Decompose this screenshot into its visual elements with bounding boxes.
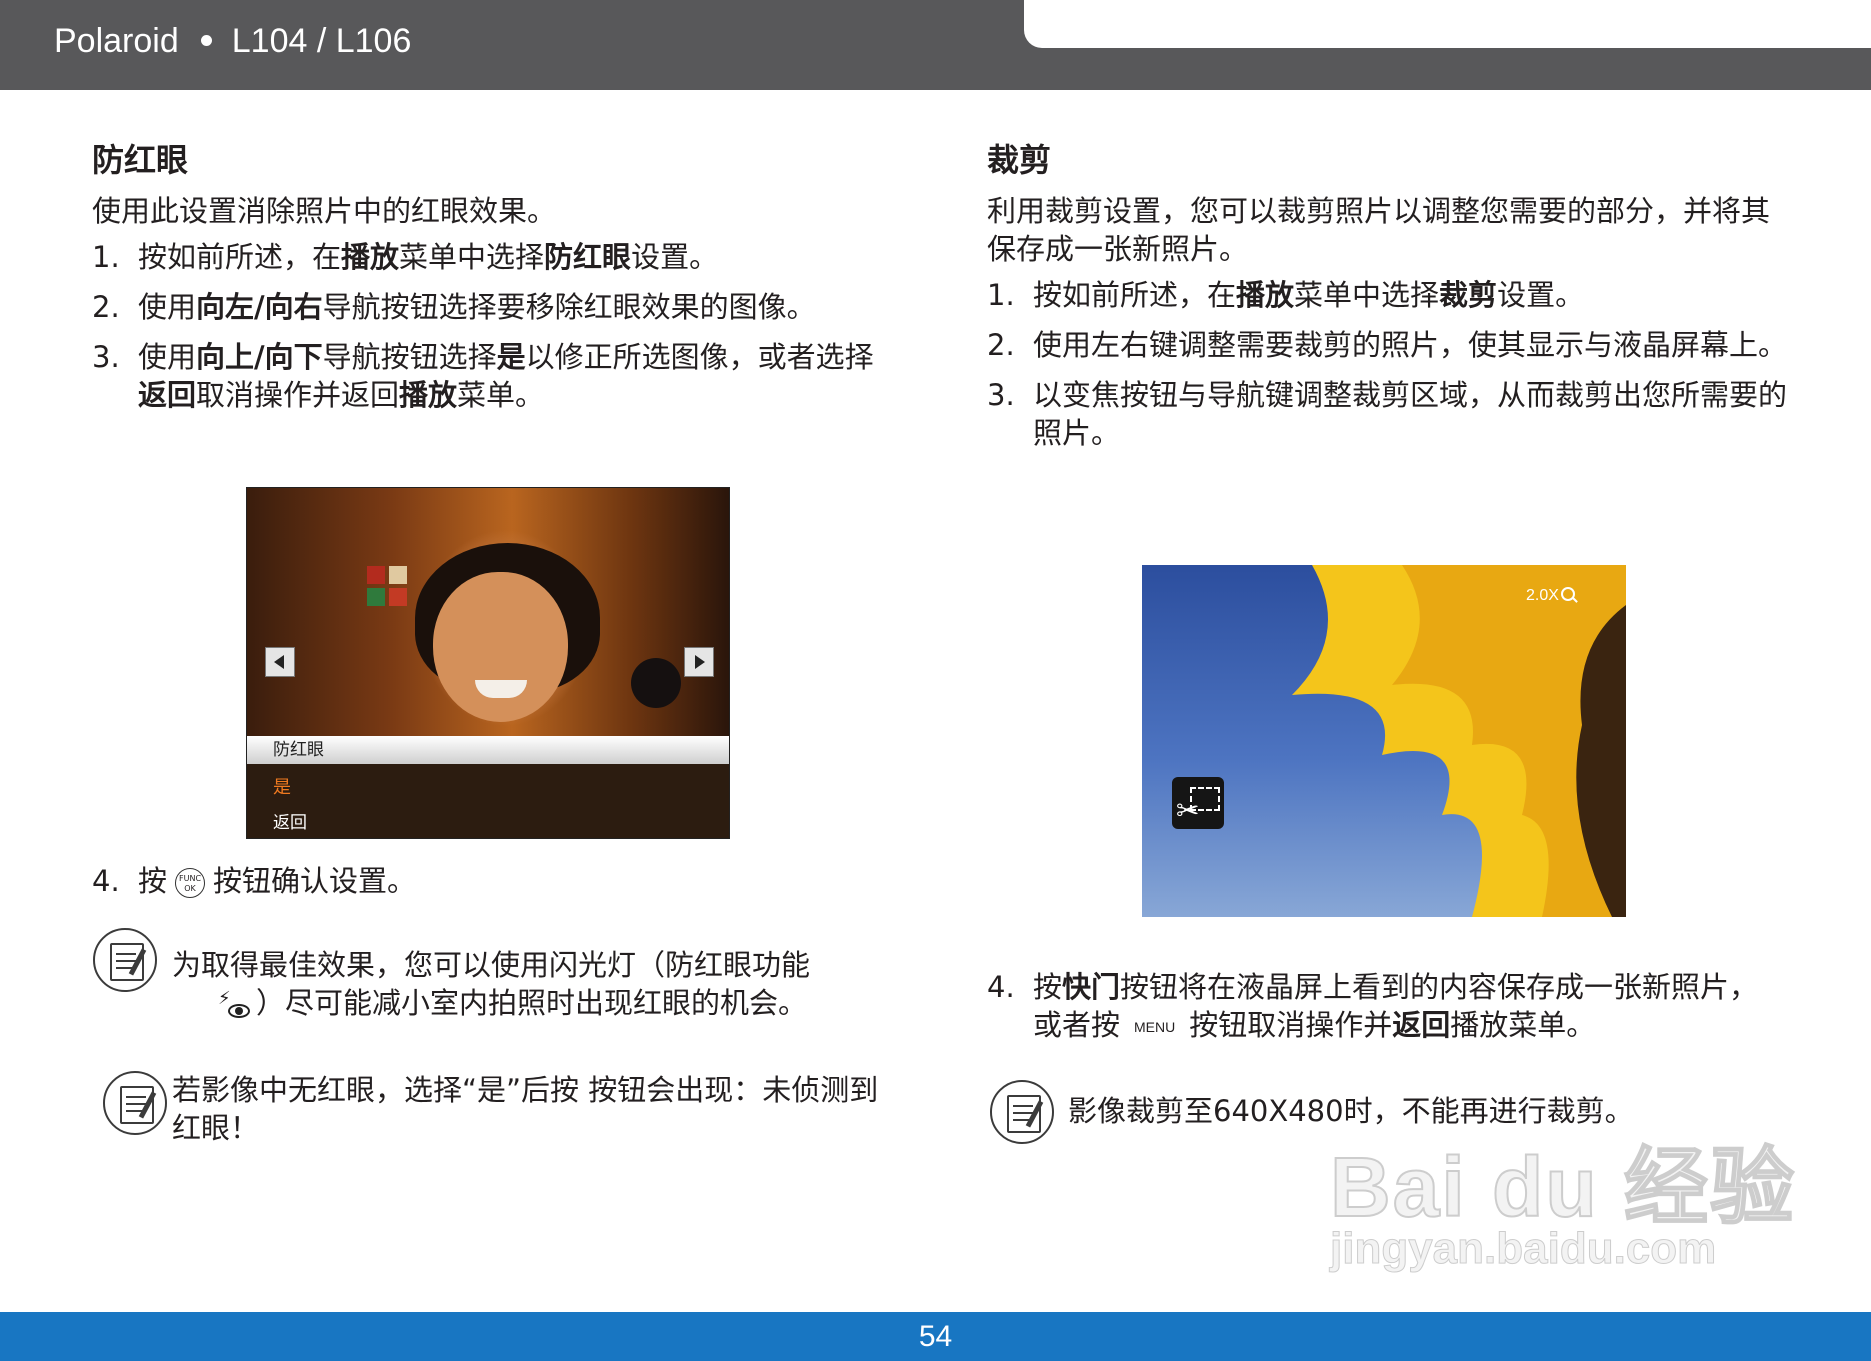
step-bold: 裁剪 — [1439, 278, 1498, 312]
step-bold: 播放 — [1236, 278, 1295, 312]
step-text: 使用 — [138, 340, 197, 374]
watermark-main: Bai du 经验 — [1329, 1139, 1797, 1235]
note-icon — [103, 1071, 167, 1135]
step-text: 按如前所述，在 — [138, 240, 342, 274]
step-number: 4. — [92, 864, 120, 898]
step-bold: 是 — [496, 340, 526, 374]
brand-name: Polaroid — [54, 22, 179, 60]
step-bold: 向上/向下 — [196, 340, 323, 374]
screen-menu-title: 防红眼 — [247, 736, 729, 764]
step-item: 4. 按 FUNC OK 按钮确认设置。 — [92, 862, 892, 900]
step-number: 2. — [987, 328, 1015, 362]
step-text: 菜单。 — [457, 378, 545, 412]
step-text: 使用 — [138, 290, 197, 324]
face-shape — [433, 572, 568, 722]
step-number: 1. — [92, 240, 120, 274]
step-number: 4. — [987, 970, 1015, 1004]
func-label: FUNC — [179, 874, 202, 883]
brand-line: Polaroid L104 / L106 — [54, 22, 411, 61]
step-text: 播放菜单。 — [1450, 1008, 1596, 1042]
step-text: 按钮取消操作并 — [1189, 1008, 1393, 1042]
step-text: 设置。 — [1497, 278, 1585, 312]
page-number: 54 — [918, 1320, 953, 1353]
section-title: 裁剪 — [987, 141, 1052, 179]
header-bar: Polaroid L104 / L106 — [0, 0, 1871, 90]
step-number: 3. — [987, 378, 1015, 412]
step-bold: 播放 — [341, 240, 400, 274]
section-redeye: 防红眼 使用此设置消除照片中的红眼效果。 1. 按如前所述，在播放菜单中选择防红眼… — [92, 138, 892, 426]
decor-boxes — [367, 566, 411, 630]
step-bold: 快门 — [1062, 970, 1121, 1004]
note-icon — [990, 1080, 1054, 1144]
bullet-dot — [200, 35, 212, 47]
step-item: 2. 使用左右键调整需要裁剪的照片，使其显示与液晶屏幕上。 — [987, 326, 1787, 364]
zoom-indicator: 2.0X — [1526, 587, 1575, 605]
step-text: 导航按钮选择 — [322, 340, 497, 374]
step-number: 3. — [92, 340, 120, 374]
menu-button-label: MENU — [1134, 1019, 1176, 1035]
step-bold: 向左/向右 — [196, 290, 323, 324]
magnifier-icon — [1560, 587, 1575, 601]
step-item: 3. 以变焦按钮与导航键调整裁剪区域，从而裁剪出您所需要的照片。 — [987, 376, 1787, 452]
step-text: 按钮确认设置。 — [213, 864, 417, 898]
step-bold: 返回 — [1392, 1008, 1451, 1042]
right-arrow-icon — [684, 647, 714, 677]
baidu-watermark: Bai du 经验 jingyan.baidu.com — [1329, 1120, 1795, 1290]
step-text: 按如前所述，在 — [1033, 278, 1237, 312]
flash-redeye-icon: ⚡ — [218, 990, 250, 1020]
step-bold: 防红眼 — [544, 240, 632, 274]
header-tab — [1024, 0, 1871, 48]
ok-label: OK — [184, 884, 196, 893]
note-flash: 为取得最佳效果，您可以使用闪光灯（防红眼功能 ⚡ ）尽可能减小室内拍照时出现红眼的机… — [172, 946, 892, 1022]
steps-list: 1. 按如前所述，在播放菜单中选择防红眼设置。 2. 使用向左/向右导航按钮选择要移… — [92, 238, 892, 414]
step-text: 菜单中选择 — [1294, 278, 1440, 312]
step-4-right: 4. 按快门按钮将在液晶屏上看到的内容保存成一张新照片，或者按 MENU 按钮取消操作… — [987, 968, 1787, 1058]
step-text: 以修正所选图像，或者选择 — [525, 340, 874, 374]
background-person — [631, 658, 681, 708]
note-no-redeye: 若影像中无红眼，选择“是”后按 按钮会出现：未侦测到红眼！ — [172, 1073, 879, 1145]
step-text: 按 — [138, 864, 168, 898]
section-intro: 利用裁剪设置，您可以裁剪照片以调整您需要的部分，并将其保存成一张新照片。 — [987, 194, 1771, 266]
func-ok-button-icon: FUNC OK — [175, 868, 206, 898]
screen-option-yes: 是 — [273, 777, 291, 798]
step-text: 菜单中选择 — [399, 240, 545, 274]
steps-list-cont: 4. 按 FUNC OK 按钮确认设置。 — [92, 862, 892, 900]
step-item: 1. 按如前所述，在播放菜单中选择防红眼设置。 — [92, 238, 892, 276]
note-icon — [93, 928, 157, 992]
note-text: 为取得最佳效果，您可以使用闪光灯（防红眼功能 — [172, 948, 811, 982]
step-text: 设置。 — [631, 240, 719, 274]
step-text: 以变焦按钮与导航键调整裁剪区域，从而裁剪出您所需要的照片。 — [1033, 378, 1788, 450]
section-title: 防红眼 — [92, 141, 189, 179]
step-item: 3. 使用向上/向下导航按钮选择是以修正所选图像，或者选择返回取消操作并返回播放菜… — [92, 338, 892, 414]
section-crop: 裁剪 利用裁剪设置，您可以裁剪照片以调整您需要的部分，并将其保存成一张新照片。 … — [987, 138, 1787, 464]
step-text: 使用左右键调整需要裁剪的照片，使其显示与液晶屏幕上。 — [1033, 328, 1788, 362]
step-4-left: 4. 按 FUNC OK 按钮确认设置。 — [92, 862, 892, 912]
steps-list: 1. 按如前所述，在播放菜单中选择裁剪设置。 2. 使用左右键调整需要裁剪的照片，使… — [987, 276, 1787, 452]
note-text: ）尽可能减小室内拍照时出现红眼的机会。 — [256, 986, 808, 1020]
step-number: 1. — [987, 278, 1015, 312]
step-item: 2. 使用向左/向右导航按钮选择要移除红眼效果的图像。 — [92, 288, 892, 326]
portrait-photo — [247, 488, 729, 736]
scissors-crop-icon: ✂ — [1172, 777, 1224, 829]
screen-option-back: 返回 — [273, 813, 307, 833]
step-text: 导航按钮选择要移除红眼效果的图像。 — [322, 290, 816, 324]
footer-bar: 54 — [0, 1312, 1871, 1361]
redeye-screen-image: 防红眼 是 返回 — [246, 487, 730, 839]
step-bold: 返回 — [138, 378, 197, 412]
step-item: 1. 按如前所述，在播放菜单中选择裁剪设置。 — [987, 276, 1787, 314]
crop-screen-image: 2.0X ✂ — [1142, 565, 1626, 917]
watermark-url: jingyan.baidu.com — [1329, 1224, 1717, 1274]
section-intro: 使用此设置消除照片中的红眼效果。 — [92, 194, 557, 228]
steps-list-cont: 4. 按快门按钮将在液晶屏上看到的内容保存成一张新照片，或者按 MENU 按钮取消操作… — [987, 968, 1787, 1046]
step-bold: 播放 — [399, 378, 458, 412]
left-arrow-icon — [265, 647, 295, 677]
sunflower-photo — [1292, 565, 1626, 917]
model-name: L104 / L106 — [231, 22, 412, 60]
step-text: 按 — [1033, 970, 1063, 1004]
step-number: 2. — [92, 290, 120, 324]
step-text: 取消操作并返回 — [196, 378, 400, 412]
step-item: 4. 按快门按钮将在液晶屏上看到的内容保存成一张新照片，或者按 MENU 按钮取消操作… — [987, 968, 1787, 1046]
zoom-label: 2.0X — [1526, 587, 1559, 604]
